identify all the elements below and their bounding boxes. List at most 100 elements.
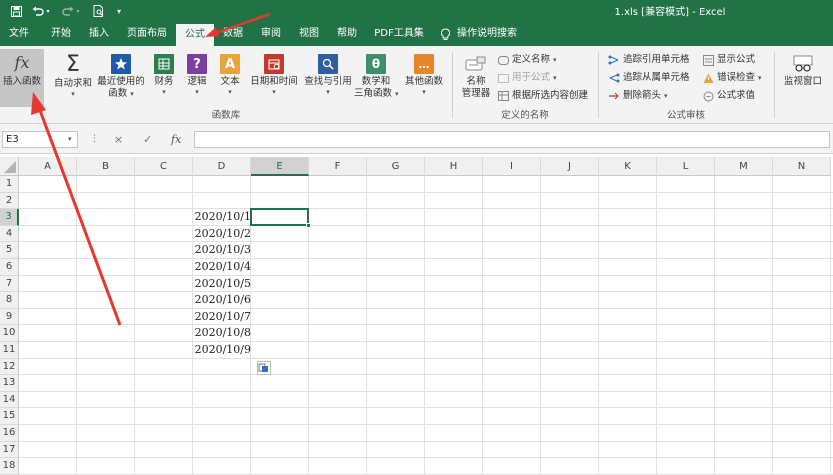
tab-review[interactable]: 审阅: [254, 22, 288, 46]
tab-view[interactable]: 视图: [292, 22, 326, 46]
undo-icon[interactable]: ▾: [30, 3, 52, 19]
cell-D10[interactable]: 2020/10/8: [193, 325, 253, 342]
active-cell-selection[interactable]: [250, 208, 309, 226]
watch-window-label: 监视窗口: [783, 76, 822, 87]
watch-window-button[interactable]: 监视窗口: [778, 51, 828, 107]
row-header-9[interactable]: 9: [0, 308, 19, 326]
lightbulb-icon: [440, 27, 451, 40]
remove-arrows-button[interactable]: 删除箭头 ▾: [608, 88, 668, 104]
financial-button[interactable]: 财务 ▾: [148, 51, 180, 107]
row-header-14[interactable]: 14: [0, 391, 19, 409]
row-header-8[interactable]: 8: [0, 292, 19, 309]
lookup-reference-button[interactable]: 查找与引用 ▾: [302, 51, 354, 107]
cell-D5[interactable]: 2020/10/3: [193, 242, 253, 259]
math-trig-button[interactable]: θ 数学和 三角函数 ▾: [354, 51, 399, 107]
row-header-5[interactable]: 5: [0, 242, 19, 259]
column-header-I[interactable]: I: [483, 157, 541, 176]
fill-handle[interactable]: [306, 222, 311, 228]
formula-bar-grip-icon: ⋮: [90, 134, 99, 144]
column-header-F[interactable]: F: [309, 157, 367, 176]
remove-arrows-label: 删除箭头: [623, 90, 662, 101]
tab-pdf-tools[interactable]: PDF工具集: [368, 22, 430, 46]
tab-page-layout[interactable]: 页面布局: [122, 22, 172, 46]
cell-D8[interactable]: 2020/10/6: [193, 292, 253, 309]
qat-customize-icon[interactable]: ▾: [114, 3, 124, 19]
auto-fill-options-icon[interactable]: [257, 360, 271, 375]
column-header-K[interactable]: K: [599, 157, 657, 176]
cell-D9[interactable]: 2020/10/7: [193, 309, 253, 326]
row-header-4[interactable]: 4: [0, 225, 19, 243]
column-header-E[interactable]: E: [251, 157, 309, 176]
name-box[interactable]: E3: [2, 131, 78, 148]
column-header-M[interactable]: M: [715, 157, 773, 176]
row-header-12[interactable]: 12: [0, 358, 19, 376]
tell-me-search[interactable]: 操作说明搜索: [440, 22, 517, 46]
row-header-7[interactable]: 7: [0, 275, 19, 293]
column-header-C[interactable]: C: [135, 157, 193, 176]
row-header-6[interactable]: 6: [0, 259, 19, 276]
redo-icon[interactable]: ▾: [60, 3, 82, 19]
trace-dependents-button[interactable]: 追踪从属单元格: [608, 70, 690, 86]
cell-D7[interactable]: 2020/10/5: [193, 276, 253, 293]
cell-D6[interactable]: 2020/10/4: [193, 259, 253, 276]
row-header-10[interactable]: 10: [0, 325, 19, 342]
cell-D11[interactable]: 2020/10/9: [193, 342, 253, 359]
date-time-label: 日期和时间: [250, 76, 298, 87]
column-header-D[interactable]: D: [193, 157, 251, 176]
date-time-button[interactable]: 日期和时间 ▾: [248, 51, 300, 107]
gridline-vertical: [772, 176, 773, 475]
formula-input[interactable]: [194, 131, 830, 148]
define-name-button[interactable]: 定义名称 ▾: [497, 52, 557, 68]
column-header-A[interactable]: A: [19, 157, 77, 176]
tab-file[interactable]: 文件: [2, 22, 36, 46]
row-header-13[interactable]: 13: [0, 375, 19, 392]
cancel-icon[interactable]: ×: [114, 133, 123, 146]
column-header-B[interactable]: B: [77, 157, 135, 176]
save-icon[interactable]: [8, 3, 24, 19]
tab-help[interactable]: 帮助: [330, 22, 364, 46]
gridline-vertical: [598, 176, 599, 475]
tab-insert[interactable]: 插入: [82, 22, 116, 46]
evaluate-formula-button[interactable]: 公式求值: [702, 88, 755, 104]
worksheet-grid[interactable]: A B C D E F G H I J K L M N 1 2 3 4 5 6 7 8 9 10 11 12 13 14 15 16 17 1…: [0, 157, 833, 475]
name-box-dropdown-icon[interactable]: ▾: [68, 135, 72, 143]
text-button[interactable]: A 文本 ▾: [214, 51, 246, 107]
row-header-3[interactable]: 3: [0, 209, 19, 226]
row-header-1[interactable]: 1: [0, 176, 19, 193]
column-header-N[interactable]: N: [773, 157, 831, 176]
column-header-G[interactable]: G: [367, 157, 425, 176]
tab-formulas[interactable]: 公式: [176, 24, 214, 46]
row-header-11[interactable]: 11: [0, 342, 19, 359]
row-header-16[interactable]: 16: [0, 425, 19, 442]
insert-function-button[interactable]: fx 插入函数: [0, 49, 44, 107]
enter-icon[interactable]: ✓: [143, 133, 152, 146]
error-checking-icon: [702, 73, 714, 84]
row-header-18[interactable]: 18: [0, 458, 19, 475]
use-in-formula-button[interactable]: 用于公式 ▾: [497, 70, 557, 86]
insert-function-fx-icon[interactable]: fx: [171, 133, 181, 146]
column-header-J[interactable]: J: [541, 157, 599, 176]
row-header-17[interactable]: 17: [0, 441, 19, 459]
name-manager-button[interactable]: 名称 管理器: [456, 51, 496, 107]
ribbon-separator: [774, 52, 775, 118]
cell-D3[interactable]: 2020/10/1: [193, 209, 253, 226]
print-preview-icon[interactable]: [90, 3, 106, 19]
gridline-horizontal: [19, 191, 833, 193]
column-header-H[interactable]: H: [425, 157, 483, 176]
trace-precedents-button[interactable]: 追踪引用单元格: [608, 52, 690, 68]
logical-button[interactable]: ? 逻辑 ▾: [182, 51, 212, 107]
error-checking-button[interactable]: 错误检查 ▾: [702, 70, 762, 86]
show-formulas-button[interactable]: 显示公式: [702, 52, 755, 68]
create-from-selection-button[interactable]: 根据所选内容创建: [497, 88, 588, 104]
row-header-2[interactable]: 2: [0, 192, 19, 210]
recently-used-button[interactable]: 最近使用的 函数 ▾: [96, 51, 146, 107]
tab-data[interactable]: 数据: [216, 22, 250, 46]
tab-home[interactable]: 开始: [44, 22, 78, 46]
select-all-corner[interactable]: [0, 157, 19, 176]
more-functions-button[interactable]: … 其他函数 ▾: [402, 51, 446, 107]
cell-D4[interactable]: 2020/10/2: [193, 226, 253, 243]
column-header-L[interactable]: L: [657, 157, 715, 176]
autosum-button[interactable]: Σ 自动求和 ▾: [50, 51, 96, 107]
row-header-15[interactable]: 15: [0, 408, 19, 425]
gridline-horizontal: [19, 341, 833, 342]
